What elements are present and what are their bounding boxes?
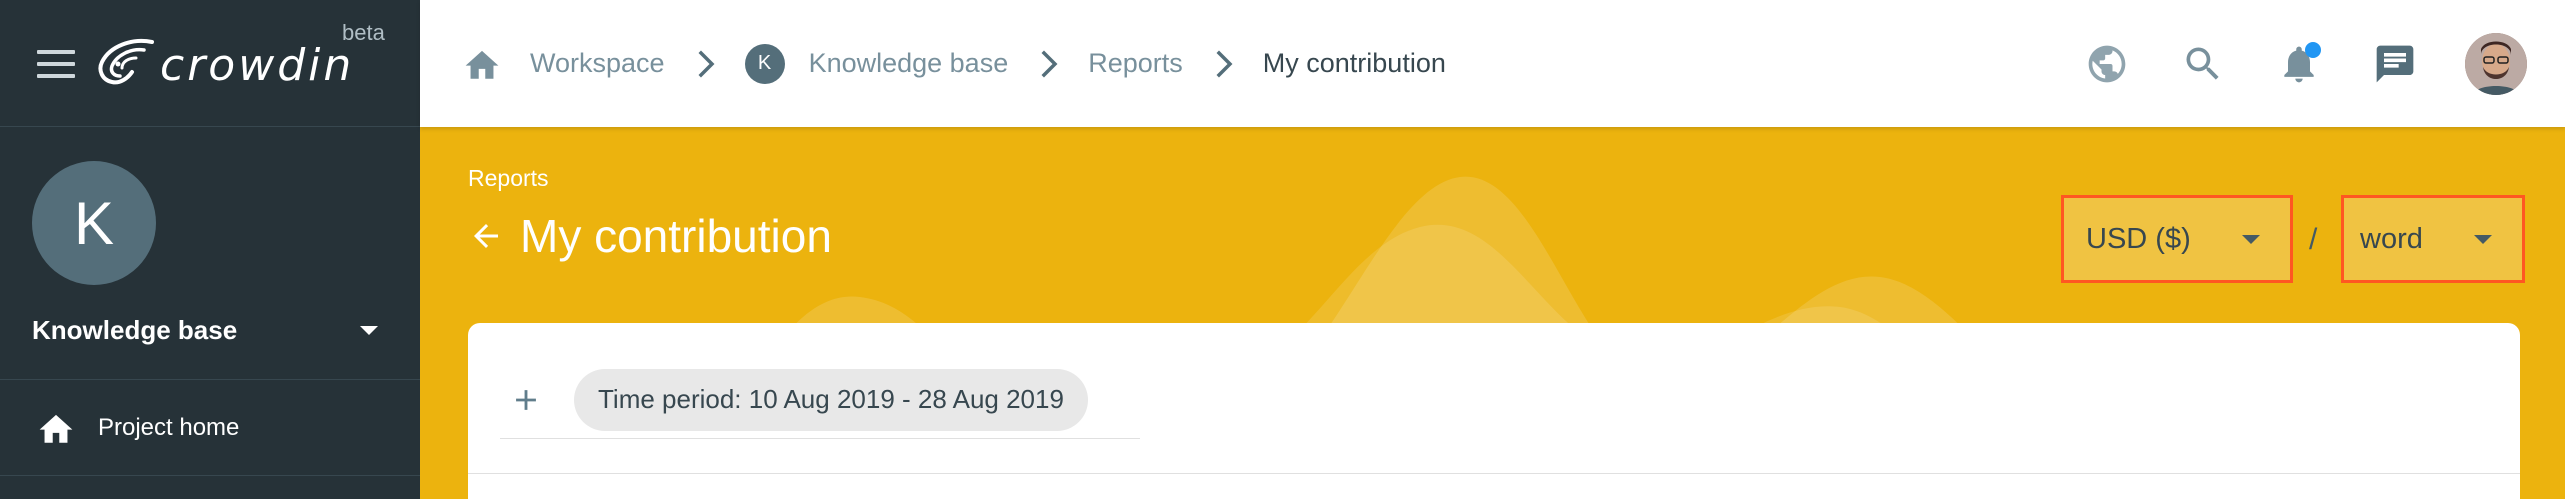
notification-dot [2305,41,2321,58]
chat-icon [2376,45,2414,82]
crowdin-bird-icon [98,39,154,85]
plus-icon [516,389,536,410]
sidebar-item-project-home[interactable]: Project home [0,380,420,476]
parent-link-reports[interactable]: Reports [468,165,549,192]
chevron-down-icon [2242,234,2260,244]
report-card: Time period: 10 Aug 2019 - 28 Aug 2019 [468,323,2520,499]
title-row: My contribution [468,209,832,263]
page-title: My contribution [520,210,832,262]
beta-badge: beta [342,20,385,45]
search-button[interactable] [2177,38,2229,90]
brand-name: crowdin [160,40,355,91]
sidebar: crowdin beta K Knowledge base Project ho… [0,0,420,499]
main-content: Reports My contribution USD ($) / word T… [420,127,2565,499]
breadcrumb-knowledge-base[interactable]: Knowledge base [809,48,1009,79]
add-filter-button[interactable] [500,374,552,426]
search-icon [2186,47,2219,80]
top-bar: Workspace K Knowledge base Reports My co… [420,0,2565,127]
user-avatar[interactable] [2465,32,2527,95]
sidebar-item-label: Project home [98,413,240,441]
separator: / [2309,223,2318,256]
breadcrumb-workspace[interactable]: Workspace [530,48,665,79]
currency-select-value: USD ($) [2086,222,2191,255]
currency-select[interactable]: USD ($) [2061,195,2293,283]
messages-button[interactable] [2369,38,2421,90]
chevron-right-icon [1216,50,1233,77]
breadcrumb-reports[interactable]: Reports [1088,48,1183,79]
chevron-right-icon [698,50,715,77]
chevron-down-icon [2474,234,2492,244]
project-switcher: K Knowledge base [0,127,420,380]
project-avatar-small: K [744,43,785,84]
chevron-right-icon [1041,50,1058,77]
notifications-button[interactable] [2273,38,2325,90]
unit-select[interactable]: word [2341,195,2525,283]
breadcrumb: Workspace K Knowledge base Reports My co… [462,0,1446,127]
chevron-down-icon [360,326,378,335]
arrow-left-icon[interactable] [468,218,504,254]
user-photo-icon [2465,32,2527,95]
home-icon[interactable] [462,46,502,82]
menu-icon[interactable] [37,50,75,78]
project-selector[interactable]: Knowledge base [32,315,388,346]
globe-icon [2088,45,2126,82]
divider [468,473,2520,474]
brand-bar: crowdin beta [0,0,420,127]
project-avatar[interactable]: K [32,161,156,285]
filter-row: Time period: 10 Aug 2019 - 28 Aug 2019 [500,361,1140,439]
home-icon [39,414,73,443]
unit-select-value: word [2360,222,2423,255]
top-actions [2081,0,2565,127]
breadcrumb-current: My contribution [1262,48,1446,78]
language-button[interactable] [2081,38,2133,90]
filter-chip-time-period[interactable]: Time period: 10 Aug 2019 - 28 Aug 2019 [574,368,1088,431]
project-name: Knowledge base [32,315,238,345]
